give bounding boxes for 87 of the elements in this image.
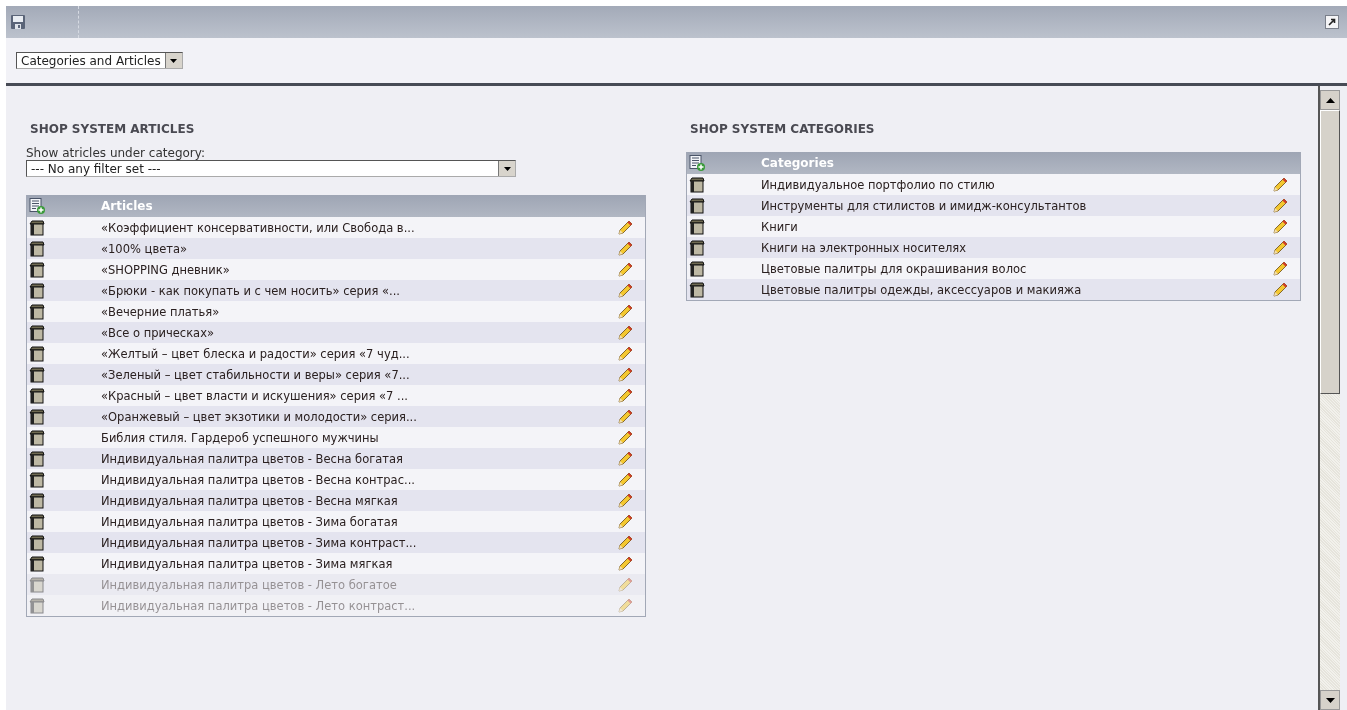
category-filter-select[interactable]: --- No any filter set --- [26,160,516,177]
box-icon[interactable] [29,240,45,257]
box-icon[interactable] [29,219,45,236]
table-cell-text: Книги [761,219,799,234]
edit-icon[interactable] [617,513,633,530]
view-select[interactable]: Categories and Articles [16,52,183,69]
edit-icon[interactable] [617,450,633,467]
table-cell-text: Индивидуальная палитра цветов - Весна контрас... [101,472,416,487]
table-cell-text: Библия стиля. Гардероб успешного мужчины [101,430,380,445]
popout-icon[interactable] [1325,15,1339,29]
edit-icon[interactable] [1272,281,1288,298]
edit-icon[interactable] [617,219,633,236]
table-cell-text: Индивидуальная палитра цветов - Весна мягкая [101,493,399,508]
box-icon[interactable] [29,366,45,383]
box-icon[interactable] [689,260,705,277]
add-item-icon[interactable] [29,198,45,214]
edit-icon[interactable] [617,324,633,341]
table-cell-text: «Коэффициент консервативности, или Свобода в... [101,220,416,235]
save-icon[interactable] [10,14,26,30]
table-cell-text: «Все о прическах» [101,325,215,340]
table-cell-text: «Брюки - как покупать и с чем носить» серия «... [101,283,401,298]
edit-icon[interactable] [1272,197,1288,214]
edit-icon[interactable] [617,471,633,488]
vertical-scrollbar[interactable] [1318,86,1340,710]
edit-icon[interactable] [617,387,633,404]
box-icon[interactable] [29,429,45,446]
edit-icon[interactable] [1272,218,1288,235]
table-cell-text: «SHOPPING дневник» [101,262,231,277]
table-cell-text: Индивидуальная палитра цветов - Зима контраст... [101,535,418,550]
table-cell-text: Цветовые палитры одежды, аксессуаров и макияжа [761,282,1083,297]
edit-icon[interactable] [1272,239,1288,256]
scroll-up-icon[interactable] [1325,97,1335,103]
box-icon[interactable] [29,345,45,362]
box-icon[interactable] [29,408,45,425]
table-cell-text: Индивидуальное портфолио по стилю [761,177,996,192]
box-icon[interactable] [689,239,705,256]
table-cell-text: Индивидуальная палитра цветов - Весна богатая [101,451,404,466]
column-header: Categories [761,156,834,170]
edit-icon[interactable] [617,534,633,551]
table-cell-text: Цветовые палитры для окрашивания волос [761,261,1028,276]
edit-icon[interactable] [617,282,633,299]
box-icon[interactable] [689,176,705,193]
table-cell-text: «100% цвета» [101,241,189,256]
box-icon[interactable] [29,450,45,467]
add-item-icon[interactable] [689,155,705,171]
edit-icon[interactable] [617,345,633,362]
box-icon[interactable] [29,492,45,509]
caret-icon [503,166,511,171]
table-cell-text: Инструменты для стилистов и имидж-консультантов [761,198,1088,213]
table-cell-text: Индивидуальная палитра цветов - Лето контраст... [101,598,417,613]
column-header: Articles [101,199,153,213]
edit-icon[interactable] [1272,260,1288,277]
box-icon[interactable] [29,555,45,572]
box-icon[interactable] [29,534,45,551]
table-cell-text: Индивидуальная палитра цветов - Зима богатая [101,514,399,529]
edit-icon[interactable] [617,366,633,383]
box-icon[interactable] [29,261,45,278]
table-cell-text: Индивидуальная палитра цветов - Лето богатое [101,577,398,592]
box-icon[interactable] [29,387,45,404]
edit-icon[interactable] [617,408,633,425]
table-cell-text: «Вечерние платья» [101,304,221,319]
box-icon[interactable] [29,471,45,488]
edit-icon[interactable] [1272,176,1288,193]
edit-icon[interactable] [617,555,633,572]
edit-icon[interactable] [617,240,633,257]
box-icon[interactable] [29,282,45,299]
box-icon[interactable] [29,303,45,320]
box-icon[interactable] [29,324,45,341]
box-icon[interactable] [689,281,705,298]
table-cell-text: «Оранжевый – цвет экзотики и молодости» серия... [101,409,418,424]
table-cell-text: «Желтый – цвет блеска и радости» серия «7 чуд... [101,346,411,361]
section-heading: SHOP SYSTEM ARTICLES [30,122,196,136]
section-heading: SHOP SYSTEM CATEGORIES [690,122,876,136]
table-cell-text: «Зеленый – цвет стабильности и веры» серия «7... [101,367,411,382]
filter-label: Show atricles under category: [26,146,207,160]
table-cell-text: «Красный – цвет власти и искушения» серия «7 ... [101,388,409,403]
edit-icon[interactable] [617,261,633,278]
caret-icon [170,58,178,63]
table-cell-text: Индивидуальная палитра цветов - Зима мягкая [101,556,394,571]
edit-icon[interactable] [617,492,633,509]
box-icon[interactable] [689,197,705,214]
box-icon[interactable] [29,513,45,530]
box-icon[interactable] [689,218,705,235]
scroll-down-icon[interactable] [1325,697,1335,703]
edit-icon[interactable] [617,303,633,320]
table-cell-text: Книги на электронных носителях [761,240,968,255]
edit-icon[interactable] [617,429,633,446]
